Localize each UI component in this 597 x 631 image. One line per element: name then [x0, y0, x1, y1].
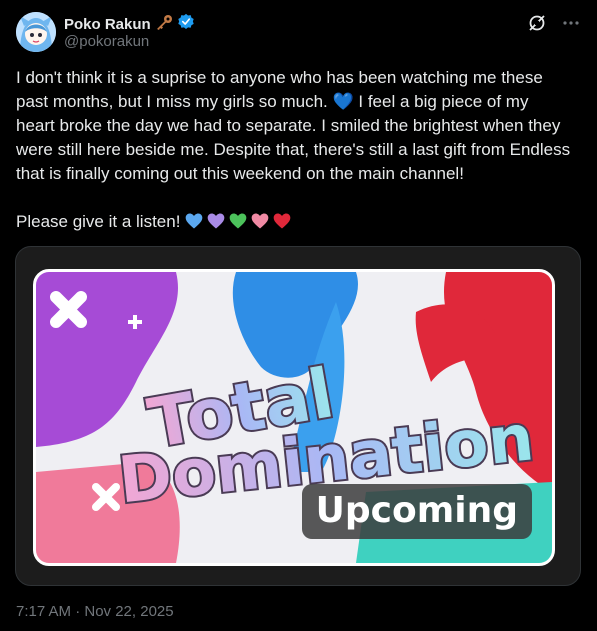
author-handle[interactable]: @pokorakun: [64, 33, 149, 50]
heart-emoji-2: [228, 211, 248, 238]
tweet-text: I don't think it is a suprise to anyone …: [16, 66, 571, 238]
heart-emoji-0: [184, 211, 204, 238]
author-name[interactable]: Poko Rakun: [64, 16, 151, 33]
key-icon: [155, 14, 173, 34]
tweet-timestamp[interactable]: 7:17 AM · Nov 22, 2025: [16, 603, 174, 620]
tweet-text-content: I don't think it is a suprise to anyone …: [16, 68, 571, 231]
heart-emoji-3: [250, 211, 270, 238]
more-icon[interactable]: [561, 13, 581, 33]
media-card[interactable]: Total Domination Upcoming: [15, 246, 581, 586]
avatar[interactable]: [16, 12, 56, 52]
tweet-header: Poko Rakun @pokorakun: [16, 12, 581, 56]
author-name-row[interactable]: Poko Rakun: [64, 13, 195, 35]
media-image[interactable]: Total Domination Upcoming: [33, 269, 555, 566]
tweet: Poko Rakun @pokorakun I don't think it i…: [0, 0, 597, 631]
heart-emoji-1: [206, 211, 226, 238]
avatar-image: [16, 12, 56, 52]
verified-badge-icon[interactable]: [177, 13, 195, 35]
upcoming-badge: Upcoming: [301, 484, 532, 539]
top-actions: [527, 12, 581, 34]
grok-icon[interactable]: [527, 13, 547, 33]
heart-emoji-4: [272, 211, 292, 238]
heart-emojis: [184, 211, 292, 238]
